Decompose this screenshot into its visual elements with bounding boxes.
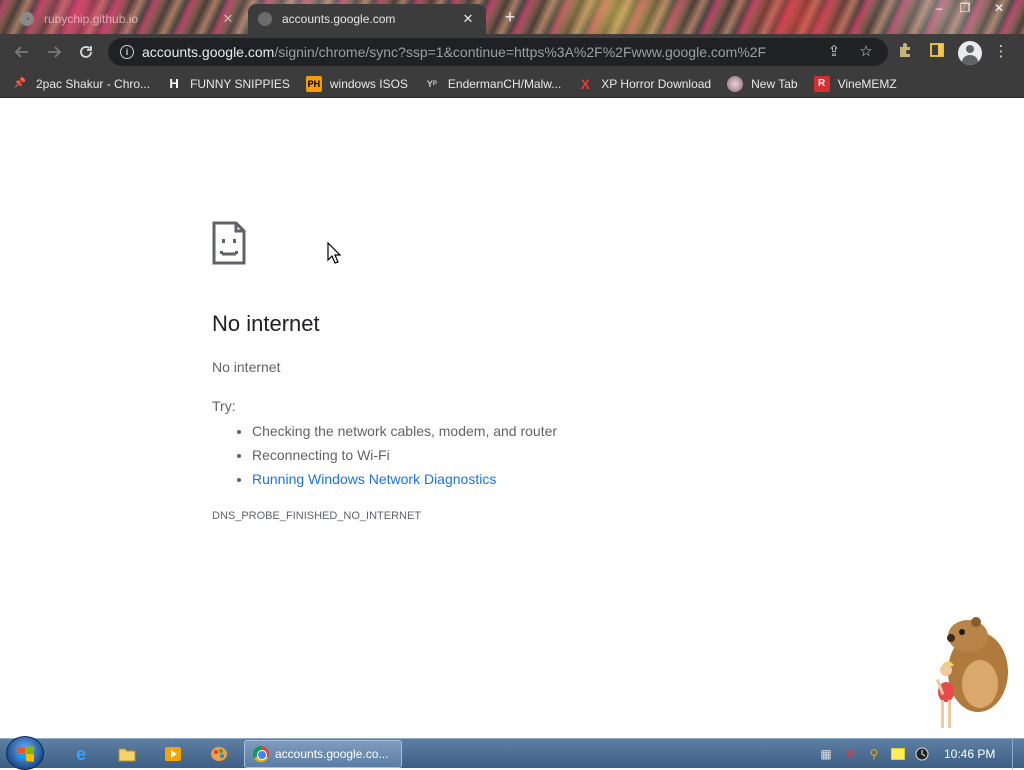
bookmark-label: 2pac Shakur - Chro...: [36, 76, 151, 91]
network-diagnostics-link[interactable]: Running Windows Network Diagnostics: [252, 471, 496, 487]
bookmark-new-tab[interactable]: New Tab: [727, 75, 798, 92]
r-icon: R: [813, 75, 830, 92]
h-icon: H: [169, 76, 179, 91]
media-player-icon[interactable]: [162, 743, 184, 765]
network-tray-icon[interactable]: ▦: [818, 746, 834, 762]
suggestion-text: Checking the network cables, modem, and …: [252, 423, 558, 439]
taskbar: e accounts.google.co... ▦ V ⚲ 10:46 PM: [0, 736, 1024, 770]
start-button[interactable]: [6, 736, 44, 770]
pin-icon: 📌: [13, 78, 27, 89]
url-path: /signin/chrome/sync?ssp=1&continue=https…: [274, 44, 767, 60]
globe-icon: [727, 75, 744, 92]
back-icon[interactable]: [8, 38, 36, 66]
side-panel-icon[interactable]: [926, 42, 948, 64]
chrome-icon: [253, 746, 269, 762]
taskbar-chrome-window[interactable]: accounts.google.co...: [244, 740, 402, 768]
note-tray-icon[interactable]: [890, 746, 906, 762]
search-tray-icon[interactable]: ⚲: [866, 746, 882, 762]
suggestion-item[interactable]: Running Windows Network Diagnostics: [252, 467, 557, 491]
bookmark-funny-snippies[interactable]: H FUNNY SNIPPIES: [166, 76, 290, 92]
bookmark-vinememz[interactable]: R VineMEMZ: [813, 75, 897, 92]
forward-icon[interactable]: [40, 38, 68, 66]
sad-document-icon: [212, 221, 246, 265]
share-icon[interactable]: ⇪: [824, 42, 844, 62]
address-bar[interactable]: i accounts.google.com/signin/chrome/sync…: [108, 38, 888, 66]
yp-icon: YP: [426, 78, 437, 89]
close-tab-icon[interactable]: ✕: [220, 11, 236, 27]
mouse-cursor-icon: [327, 242, 341, 264]
tab-rubychip[interactable]: ◔ rubychip.github.io ✕: [10, 4, 246, 34]
try-label: Try:: [212, 398, 236, 414]
paint-icon[interactable]: [208, 743, 230, 765]
close-tab-icon[interactable]: ✕: [460, 11, 476, 27]
error-code: DNS_PROBE_FINISHED_NO_INTERNET: [212, 510, 422, 522]
info-icon[interactable]: i: [120, 45, 134, 59]
bookmark-2pac[interactable]: 📌 2pac Shakur - Chro...: [12, 76, 150, 92]
reload-icon[interactable]: [72, 38, 100, 66]
bookmark-label: FUNNY SNIPPIES: [190, 76, 290, 91]
bookmark-label: windows ISOS: [329, 76, 408, 91]
suggestion-text: Reconnecting to Wi-Fi: [252, 447, 390, 463]
browser-toolbar: i accounts.google.com/signin/chrome/sync…: [0, 34, 1024, 70]
star-icon[interactable]: ☆: [856, 42, 876, 62]
v-tray-icon[interactable]: V: [842, 746, 858, 762]
x-icon: X: [580, 75, 590, 92]
suggestion-item: Checking the network cables, modem, and …: [252, 419, 557, 443]
globe-icon: [258, 12, 272, 26]
bookmark-label: EndermanCH/Malw...: [447, 76, 562, 91]
taskbar-clock[interactable]: 10:46 PM: [944, 747, 995, 761]
hamster-sticker-image: [935, 617, 1008, 728]
suggestion-item: Reconnecting to Wi-Fi: [252, 443, 557, 467]
bookmark-windows-isos[interactable]: PH windows ISOS: [305, 75, 408, 92]
extensions-icon[interactable]: [894, 42, 916, 64]
taskbar-window-title: accounts.google.co...: [275, 747, 389, 761]
close-window-button[interactable]: ✕: [984, 0, 1014, 18]
error-title: No internet: [212, 311, 320, 336]
title-bar: ◔ rubychip.github.io ✕ accounts.google.c…: [0, 0, 1024, 34]
tab-accounts-google[interactable]: accounts.google.com ✕: [248, 4, 486, 34]
show-desktop-button[interactable]: [1012, 739, 1024, 769]
bookmark-label: XP Horror Download: [601, 76, 712, 91]
explorer-icon[interactable]: [116, 743, 138, 765]
profile-icon[interactable]: [958, 41, 982, 65]
maximize-button[interactable]: ❐: [950, 0, 980, 18]
error-subtitle: No internet: [212, 359, 281, 375]
windows-logo-icon: [18, 746, 34, 762]
bookmark-label: New Tab: [751, 76, 798, 91]
error-page: No internet No internet Try: Checking th…: [0, 99, 1024, 739]
ie-icon[interactable]: e: [70, 743, 92, 765]
suggestion-list: Checking the network cables, modem, and …: [212, 419, 557, 491]
tab-title: accounts.google.com: [282, 12, 396, 26]
ph-icon: PH: [305, 75, 322, 92]
bookmark-label: VineMEMZ: [837, 76, 897, 91]
globe-icon: ◔: [20, 12, 34, 26]
bookmark-xp-horror[interactable]: X XP Horror Download: [577, 75, 712, 92]
new-tab-button[interactable]: +: [498, 6, 522, 30]
bookmark-endermanch[interactable]: YP EndermanCH/Malw...: [424, 76, 561, 92]
tab-title: rubychip.github.io: [44, 12, 139, 26]
menu-icon[interactable]: ⋮: [990, 42, 1012, 64]
bookmarks-bar: 📌 2pac Shakur - Chro... H FUNNY SNIPPIES…: [0, 70, 1024, 98]
clock-tray-icon[interactable]: [914, 746, 930, 762]
url-text[interactable]: accounts.google.com/signin/chrome/sync?s…: [142, 44, 782, 60]
url-host: accounts.google.com: [142, 44, 275, 60]
